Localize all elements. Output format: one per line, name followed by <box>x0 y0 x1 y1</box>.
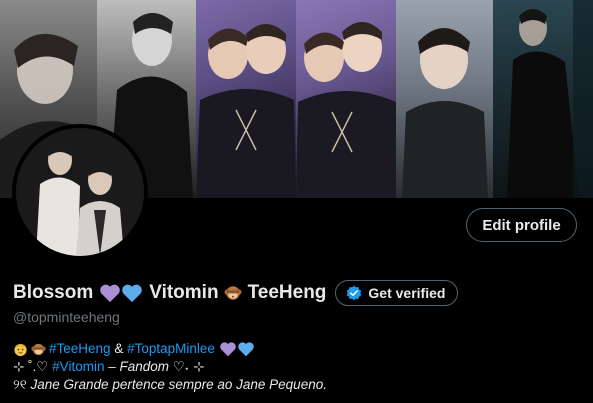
blue-heart-icon <box>121 283 143 303</box>
get-verified-label: Get verified <box>368 285 446 301</box>
display-name-part-3: TeeHeng <box>247 282 327 303</box>
bio-line-3-prefix: ୨୧ <box>13 377 31 392</box>
purple-heart-icon <box>99 283 121 303</box>
hashtag-teeheng-link[interactable]: #TeeHeng <box>49 340 111 358</box>
bio-line-2: ⊹ ˚.♡ #Vitomin – Fandom ♡˖ ⊹ <box>13 358 327 376</box>
hashtag-toptapminlee-link[interactable]: #ToptapMinlee <box>127 340 215 358</box>
banner-photo-3 <box>196 0 296 198</box>
baby-icon <box>13 342 28 357</box>
edit-profile-button[interactable]: Edit profile <box>466 208 577 242</box>
bio-line-3-text: Jane Grande pertence sempre ao Jane Pequ… <box>30 377 327 392</box>
bio-line-1: #TeeHeng & #ToptapMinlee <box>13 340 327 358</box>
bio-line-2-prefix: ⊹ ˚.♡ <box>13 359 53 374</box>
purple-heart-icon <box>219 341 237 357</box>
bio-line-3: ୨୧ Jane Grande pertence sempre ao Jane P… <box>13 376 327 394</box>
display-name-row: Blossom Vitomin TeeHeng Get verified <box>13 280 459 306</box>
profile-handle: @topminteeheng <box>13 309 120 325</box>
get-verified-button[interactable]: Get verified <box>335 280 459 306</box>
profile-avatar[interactable] <box>12 124 148 260</box>
display-name-part-2: Vitomin <box>149 282 219 303</box>
profile-bio: #TeeHeng & #ToptapMinlee ⊹ ˚.♡ #Vitomin … <box>13 340 327 394</box>
bio-line-2-suffix: – Fandom ♡˖ ⊹ <box>104 359 205 374</box>
monkey-icon <box>224 284 242 302</box>
banner-photo-4 <box>296 0 396 198</box>
banner-photo-6 <box>493 0 593 198</box>
bio-ampersand: & <box>110 341 128 356</box>
hashtag-vitomin-link[interactable]: #Vitomin <box>52 358 104 376</box>
verified-badge-icon <box>347 285 362 301</box>
blue-heart-icon <box>237 341 255 357</box>
monkey-icon <box>31 342 46 357</box>
display-name-part-1: Blossom <box>13 282 94 303</box>
banner-photo-5 <box>396 0 493 198</box>
